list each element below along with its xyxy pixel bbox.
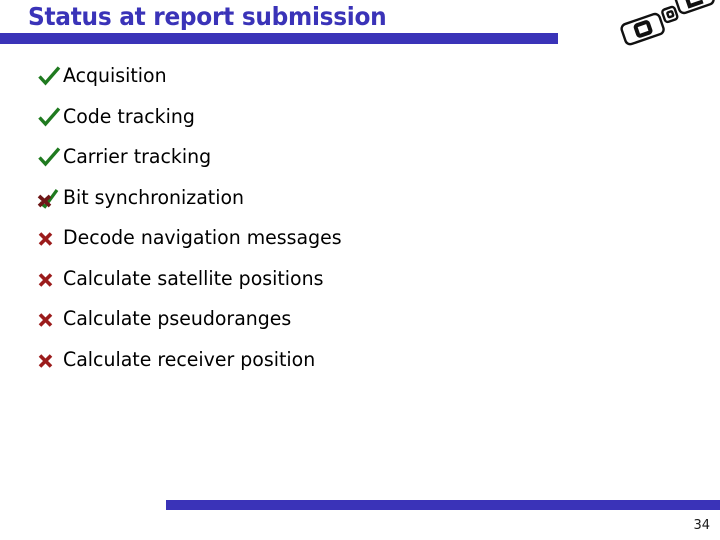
list-item: Calculate satellite positions (36, 259, 636, 300)
list-item-label: Bit synchronization (63, 185, 245, 209)
list-item: Code tracking (36, 97, 636, 138)
cross-icon (36, 306, 63, 332)
footer-bar (166, 500, 720, 510)
list-item: Calculate receiver position (36, 340, 636, 381)
list-item-label: Calculate satellite positions (63, 266, 324, 290)
list-item-label: Code tracking (63, 104, 195, 128)
check-icon (36, 63, 63, 89)
list-item-label: Acquisition (63, 64, 167, 88)
dgc-logo (612, 0, 720, 48)
list-item-label: Calculate receiver position (63, 347, 316, 371)
list-item: Carrier tracking (36, 137, 636, 178)
slide-canvas: Status at report submission Acquisition … (0, 0, 720, 540)
list-item-label: Decode navigation messages (63, 226, 342, 250)
list-item-label: Carrier tracking (63, 145, 212, 169)
dgc-logo-icon (620, 0, 715, 46)
page-number: 34 (693, 518, 710, 533)
list-item-label: Calculate pseudoranges (63, 307, 292, 331)
cross-icon (36, 347, 63, 373)
list-item: Calculate pseudoranges (36, 299, 636, 340)
check-icon (36, 144, 63, 170)
list-item: Decode navigation messages (36, 218, 636, 259)
check-icon (36, 104, 63, 130)
title-underline-bar (0, 33, 558, 44)
list-item: Bit synchronization (36, 178, 636, 219)
cross-icon (36, 266, 63, 292)
cross-icon (36, 225, 63, 251)
page-title: Status at report submission (28, 2, 387, 31)
check-cross-icon (36, 185, 63, 211)
list-item: Acquisition (36, 56, 636, 97)
status-bullet-list: Acquisition Code tracking Carrier tracki… (36, 56, 636, 380)
